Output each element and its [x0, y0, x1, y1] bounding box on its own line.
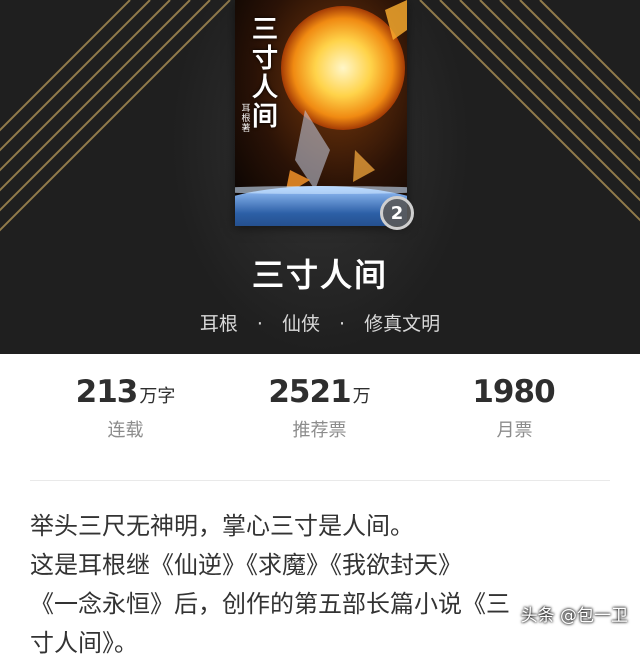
stat-recommend-votes[interactable]: 2521 万 推荐票: [213, 374, 426, 442]
stat-unit: 万字: [139, 386, 176, 407]
stat-value: 213: [75, 374, 139, 410]
cover-title-char: 寸: [251, 44, 278, 74]
stat-value: 2521: [268, 374, 351, 410]
cover-title-vertical: 三 寸 人 间: [250, 16, 280, 132]
stat-monthly-votes[interactable]: 1980 月票: [408, 374, 621, 442]
book-stats: 213 万字 连载 2521 万 推荐票 1980 月票: [0, 374, 640, 464]
volume-badge[interactable]: 2: [380, 196, 414, 230]
stat-word-count: 213 万字 连载: [19, 374, 232, 442]
stat-label: 连载: [107, 420, 144, 441]
source-watermark: 头条 @包一卫: [520, 606, 628, 626]
cover-title-char: 三: [251, 15, 278, 45]
stat-label: 推荐票: [292, 420, 347, 441]
meta-separator: ·: [339, 313, 346, 335]
cover-author-credit: 耳根著: [241, 104, 251, 134]
description-line: 这是耳根继《仙逆》《求魔》《我欲封天》: [30, 551, 462, 579]
cover-title-char: 间: [251, 102, 278, 132]
stat-value: 1980: [472, 374, 555, 410]
description-line: 举头三尺无神明，掌心三寸是人间。: [30, 512, 414, 540]
stat-label: 月票: [496, 420, 533, 441]
section-divider: [30, 480, 610, 481]
meta-separator: ·: [256, 313, 263, 335]
description-line: 寸人间》。: [30, 629, 138, 657]
book-cover[interactable]: 三 寸 人 间 耳根著: [235, 0, 407, 226]
book-meta: 耳根 · 仙侠 · 修真文明: [0, 309, 640, 336]
author-link[interactable]: 耳根: [200, 313, 238, 335]
stat-unit: 万: [352, 386, 371, 407]
cover-title-char: 人: [251, 73, 278, 103]
subcategory-link[interactable]: 修真文明: [364, 313, 440, 335]
book-header: 三 寸 人 间 耳根著 2 三寸人间 耳根 · 仙侠 · 修真文明: [0, 0, 640, 354]
book-title: 三寸人间: [251, 256, 388, 294]
category-link[interactable]: 仙侠: [282, 313, 320, 335]
